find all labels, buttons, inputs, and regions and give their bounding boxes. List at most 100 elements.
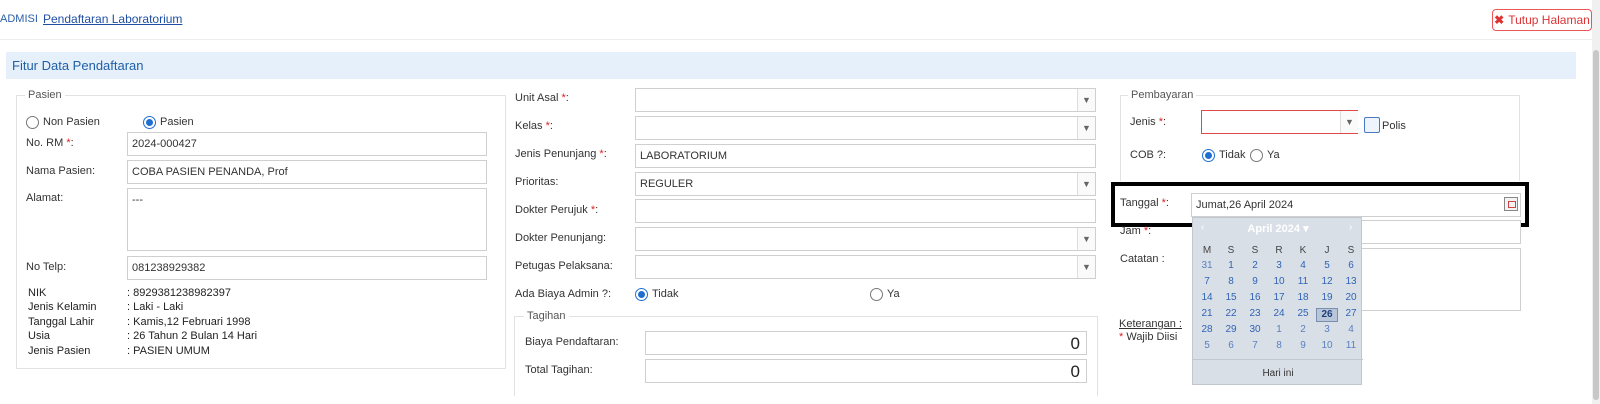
dokter-perujuk-field[interactable] [635,199,1096,223]
close-page-button[interactable]: ✖ Tutup Halaman [1492,9,1592,31]
jam-field[interactable] [1361,220,1521,244]
weekday-header: S [1227,245,1235,256]
calendar-day[interactable]: 7 [1244,340,1266,354]
dokter-penunjang-select[interactable] [635,227,1096,251]
calendar-day[interactable]: 27 [1340,308,1362,322]
nama-pasien-field[interactable]: COBA PASIEN PENANDA, Prof [127,160,487,184]
prioritas-label: Prioritas: [515,176,559,188]
kelas-select[interactable] [635,116,1096,140]
datepicker-popup: ‹ April 2024 ▾ › M S S R K J S 31 1 2 3 4 5 6 7 8 9 10 11 1… [1192,217,1363,386]
radio-non-pasien[interactable] [26,116,39,129]
calendar-day[interactable]: 14 [1196,292,1218,306]
calendar-day[interactable]: 16 [1244,292,1266,306]
keterangan-label: Keterangan : [1119,318,1182,330]
cob-label: COB ?: [1130,149,1167,161]
jam-label: Jam *: [1120,225,1152,237]
scrollbar-thumb[interactable] [1593,50,1599,400]
nama-pasien-label: Nama Pasien: [26,165,96,177]
radio-cob-tidak[interactable] [1202,149,1215,162]
prioritas-select[interactable]: REGULER [635,172,1096,196]
unit-asal-select[interactable] [635,88,1096,112]
radio-cob-ya[interactable] [1250,149,1263,162]
calendar-day[interactable]: 17 [1268,292,1290,306]
calendar-day[interactable]: 1 [1268,324,1290,338]
calendar-day[interactable]: 31 [1196,260,1218,274]
kelas-label: Kelas *: [515,120,553,132]
tagihan-legend: Tagihan [524,310,569,322]
calendar-day[interactable]: 10 [1316,340,1338,354]
calendar-day[interactable]: 25 [1292,308,1314,322]
petugas-pelaksana-label: Petugas Pelaksana: [515,260,613,272]
calendar-day[interactable]: 11 [1292,276,1314,290]
calendar-day[interactable]: 7 [1196,276,1218,290]
calendar-day[interactable]: 21 [1196,308,1218,322]
calendar-day[interactable]: 1 [1220,260,1242,274]
calendar-day[interactable]: 5 [1316,260,1338,274]
calendar-day[interactable]: 24 [1268,308,1290,322]
info-nik-key: NIK [28,287,47,299]
polis-label[interactable]: Polis [1382,120,1406,132]
radio-biaya-admin-ya[interactable] [870,288,883,301]
alamat-field[interactable]: --- [127,188,487,251]
chevron-down-icon: ▼ [1077,89,1095,111]
info-usia-key: Usia [28,330,51,342]
weekday-header: K [1299,245,1307,256]
calendar-day[interactable]: 5 [1196,340,1218,354]
calendar-day[interactable]: 8 [1220,276,1242,290]
calendar-day[interactable]: 29 [1220,324,1242,338]
next-month-icon[interactable]: › [1349,222,1352,233]
calendar-day[interactable]: 20 [1340,292,1362,306]
calendar-day[interactable]: 4 [1292,260,1314,274]
today-button[interactable]: Hari ini [1193,359,1363,386]
biaya-pendaftaran-label: Biaya Pendaftaran: [525,336,619,348]
calendar-day[interactable]: 26 [1316,308,1338,322]
total-tagihan-field[interactable]: 0 [645,359,1087,383]
telp-field[interactable]: 081238929382 [127,256,487,280]
calendar-day[interactable]: 3 [1316,324,1338,338]
calendar-day[interactable]: 6 [1340,260,1362,274]
chevron-down-icon: ▼ [1077,173,1095,195]
calendar-day[interactable]: 19 [1316,292,1338,306]
calendar-day[interactable]: 22 [1220,308,1242,322]
weekday-header: M [1202,245,1212,256]
calendar-day[interactable]: 3 [1268,260,1290,274]
calendar-day[interactable]: 18 [1292,292,1314,306]
calendar-day[interactable]: 8 [1268,340,1290,354]
calendar-day[interactable]: 28 [1196,324,1218,338]
catatan-field[interactable] [1361,248,1521,311]
biaya-admin-label: Ada Biaya Admin ?: [515,288,612,300]
info-jenis-kelamin-value: : Laki - Laki [127,301,184,313]
breadcrumb-admisi[interactable]: ADMISI [0,13,38,25]
calendar-day[interactable]: 6 [1220,340,1242,354]
jenis-pembayaran-select[interactable] [1201,110,1358,134]
polis-icon[interactable] [1364,117,1380,133]
chevron-down-icon: ▼ [1340,111,1358,133]
jenis-penunjang-field[interactable]: LABORATORIUM [635,144,1096,168]
calendar-day[interactable]: 10 [1268,276,1290,290]
calendar-day[interactable]: 2 [1244,260,1266,274]
alamat-label: Alamat: [26,192,64,204]
breadcrumb-current[interactable]: Pendaftaran Laboratorium [43,12,182,26]
calendar-day[interactable]: 9 [1244,276,1266,290]
info-jenis-pasien-key: Jenis Pasien [28,345,91,357]
petugas-pelaksana-select[interactable] [635,255,1096,279]
close-page-label: Tutup Halaman [1508,13,1590,27]
chevron-down-icon: ▼ [1077,256,1095,278]
calendar-day[interactable]: 23 [1244,308,1266,322]
biaya-pendaftaran-field[interactable]: 0 [645,331,1087,355]
calendar-day[interactable]: 12 [1316,276,1338,290]
calendar-day[interactable]: 4 [1340,324,1362,338]
calendar-day[interactable]: 30 [1244,324,1266,338]
radio-pasien[interactable] [143,116,156,129]
weekday-header: S [1347,245,1355,256]
no-rm-field[interactable]: 2024-000427 [127,132,487,156]
calendar-day[interactable]: 9 [1292,340,1314,354]
calendar-month-title[interactable]: April 2024 ▾ [1193,222,1363,235]
calendar-day[interactable]: 2 [1292,324,1314,338]
calendar-day[interactable]: 11 [1340,340,1362,354]
radio-biaya-admin-tidak[interactable] [635,288,648,301]
dokter-penunjang-label: Dokter Penunjang: [515,232,607,244]
calendar-day[interactable]: 13 [1340,276,1362,290]
calendar-day[interactable]: 15 [1220,292,1242,306]
panel-title: Fitur Data Pendaftaran [6,52,1576,79]
